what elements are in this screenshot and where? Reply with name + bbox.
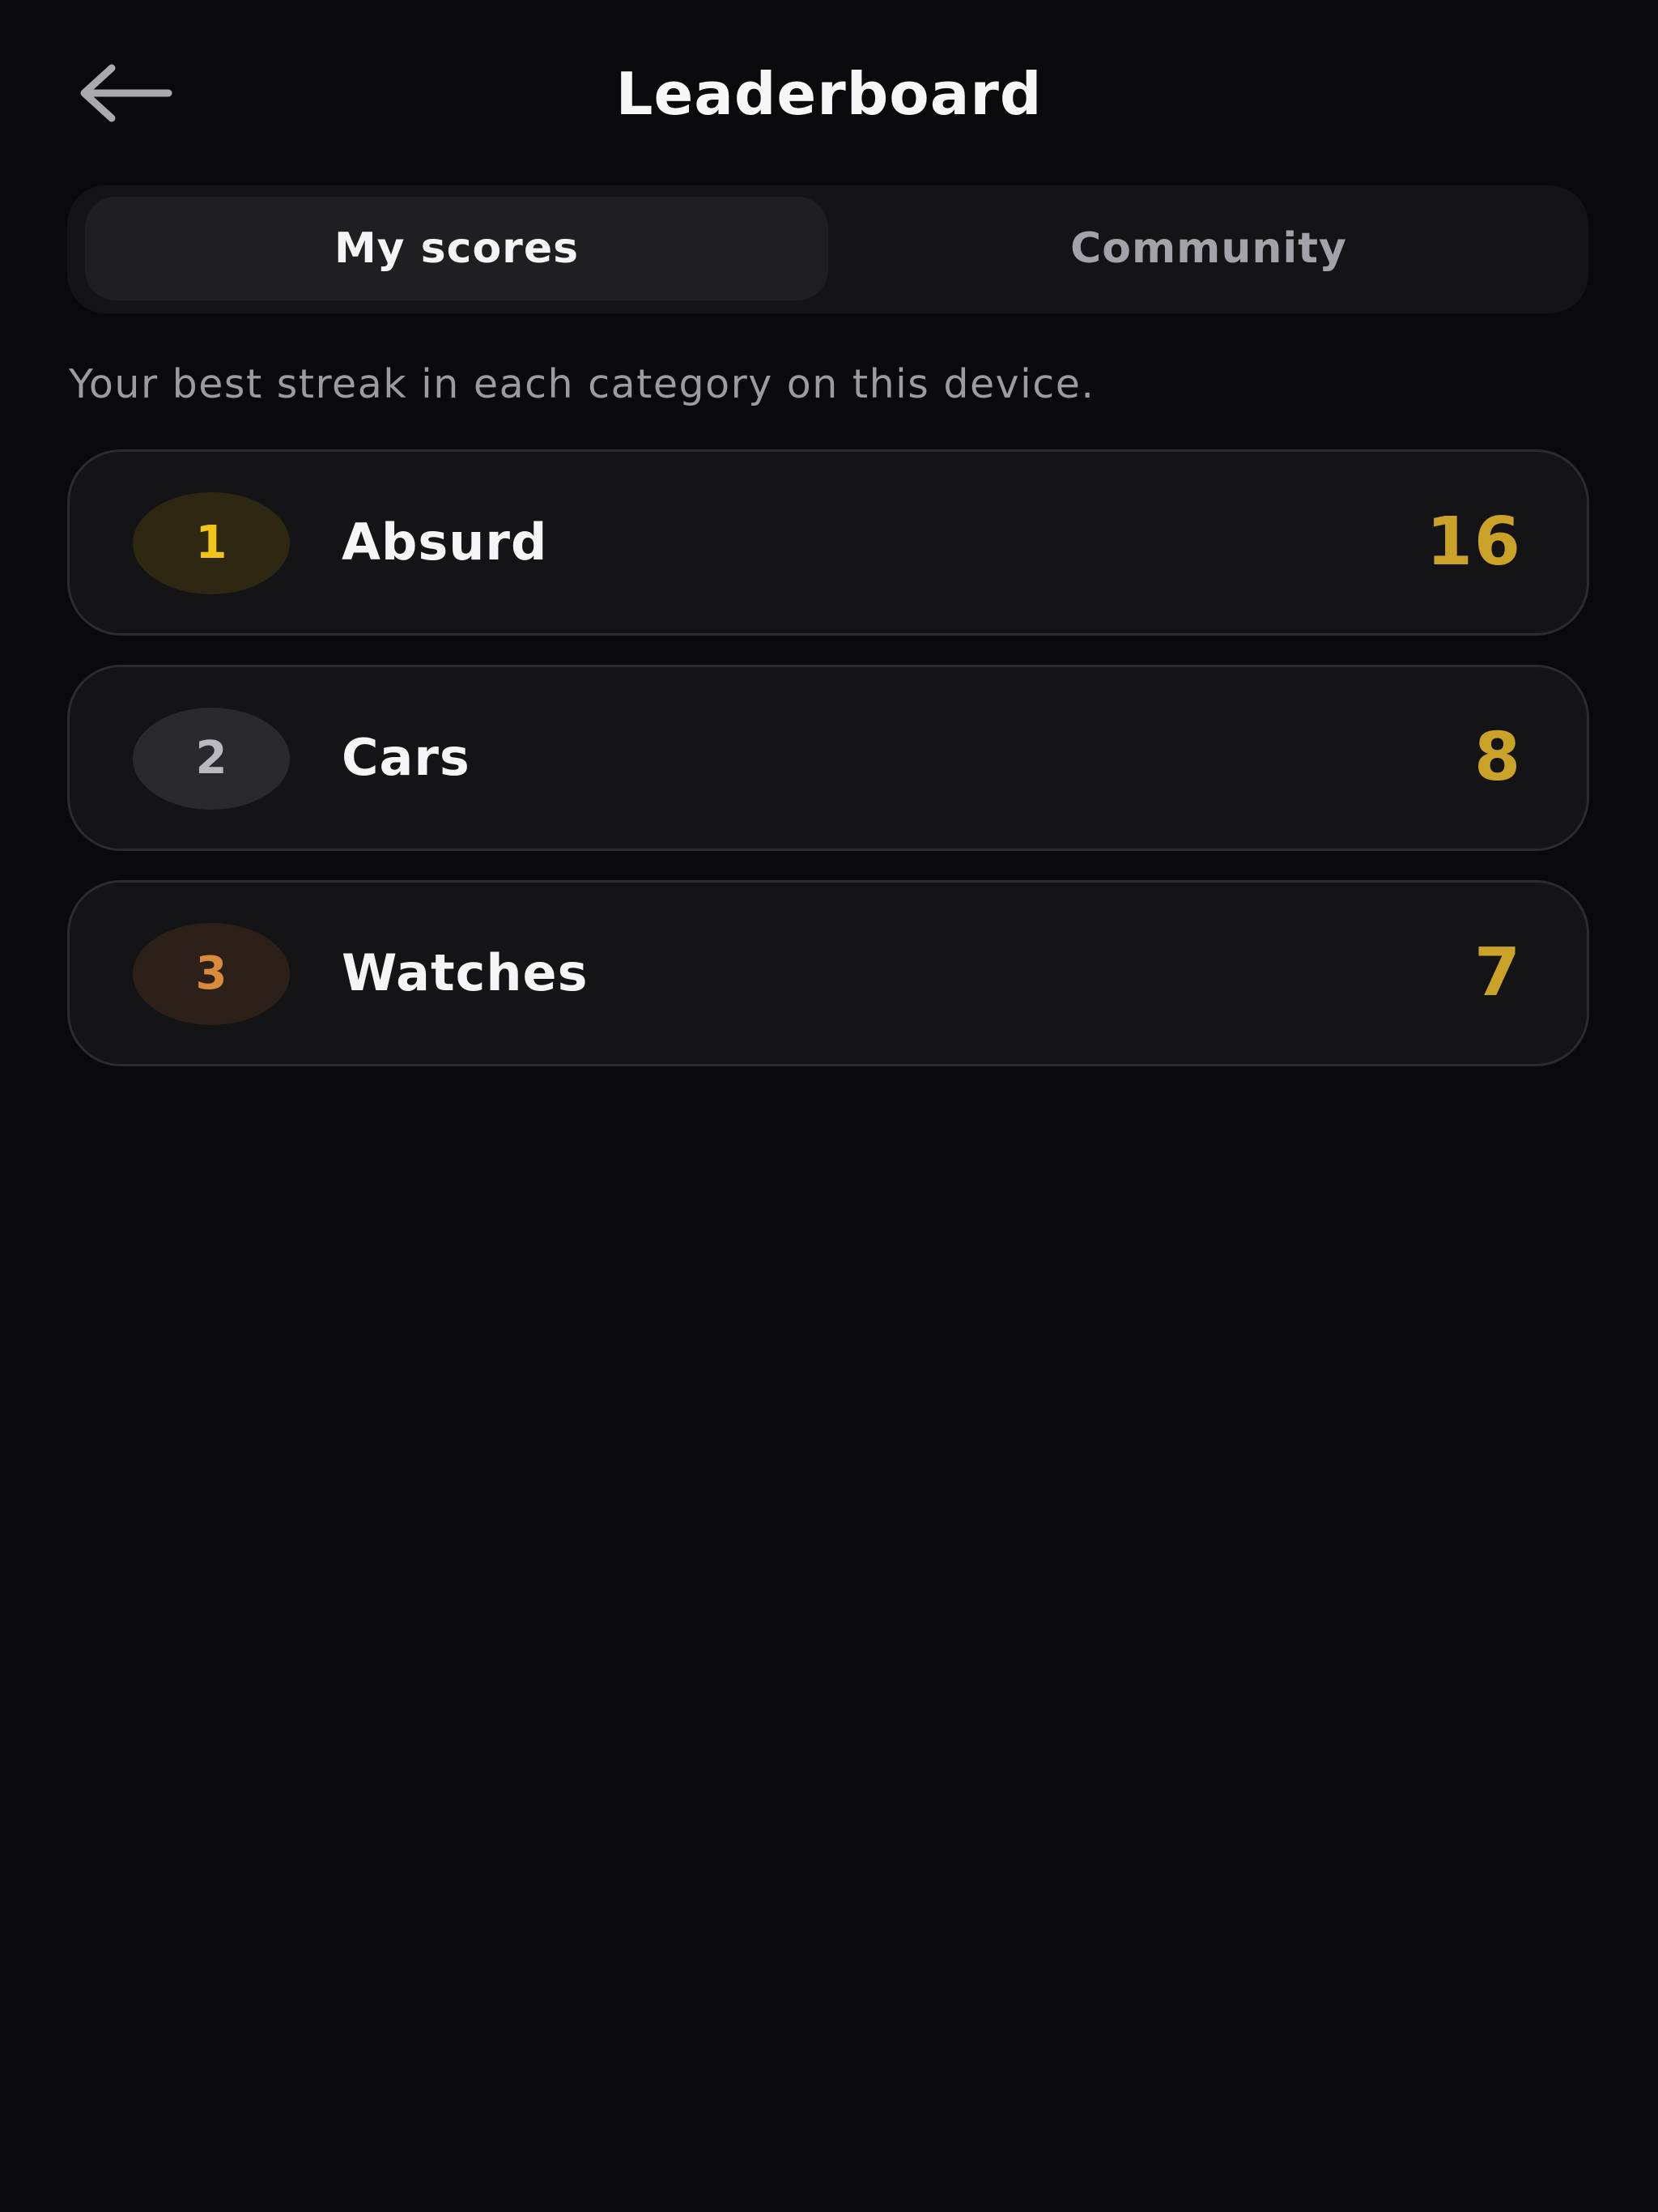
rank-badge: 2 — [133, 708, 290, 810]
leaderboard-description: Your best streak in each category on thi… — [69, 361, 1095, 407]
page-title: Leaderboard — [615, 60, 1043, 128]
tab-my-scores[interactable]: My scores — [85, 197, 828, 300]
best-streak-score: 8 — [1473, 719, 1522, 796]
best-streak-score: 16 — [1426, 504, 1522, 581]
category-name: Cars — [342, 728, 470, 787]
category-name: Watches — [342, 943, 589, 1002]
score-row-absurd[interactable]: 1 Absurd 16 — [67, 449, 1589, 636]
score-list: 1 Absurd 16 2 Cars 8 3 Watches 7 — [67, 449, 1589, 1095]
tab-bar: My scores Community — [67, 185, 1588, 313]
rank-badge: 3 — [133, 923, 290, 1025]
header-bar: Leaderboard — [0, 0, 1658, 186]
category-name: Absurd — [342, 513, 548, 572]
score-row-cars[interactable]: 2 Cars 8 — [67, 665, 1589, 851]
best-streak-score: 7 — [1473, 934, 1522, 1011]
tab-community[interactable]: Community — [844, 197, 1573, 300]
rank-badge: 1 — [133, 492, 290, 594]
score-row-watches[interactable]: 3 Watches 7 — [67, 880, 1589, 1066]
